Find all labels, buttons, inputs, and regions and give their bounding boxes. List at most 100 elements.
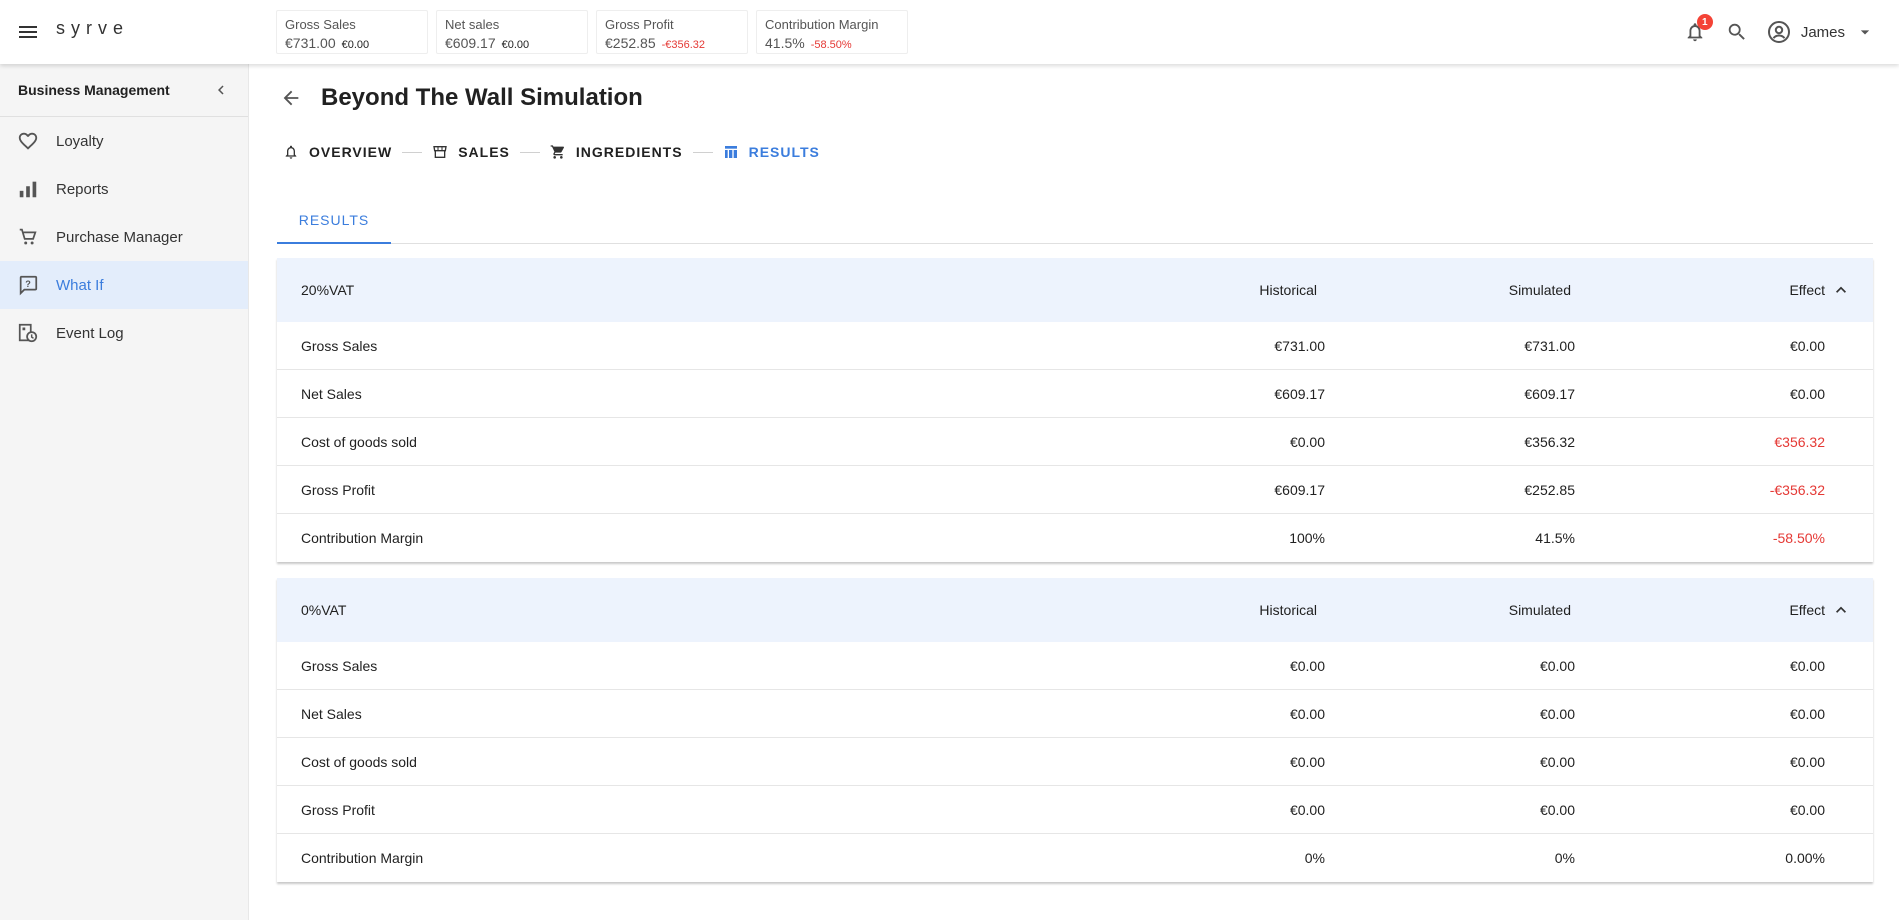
kpi-label: Net sales [445, 17, 500, 32]
row-label: Gross Sales [301, 658, 378, 674]
simulated-value: €0.00 [1539, 802, 1575, 818]
menu-icon[interactable] [16, 20, 40, 44]
svg-text:?: ? [25, 279, 31, 289]
sidebar-item-what-if[interactable]: ? What If [0, 261, 248, 309]
stepper: OVERVIEW SALES INGREDIENTS RESULTS [283, 144, 820, 160]
results-table-20-vat: 20%VAT Historical Simulated Effect Gross… [277, 258, 1873, 562]
table-row: Cost of goods sold €0.00 €356.32 €356.32 [277, 418, 1873, 466]
sidebar-item-label: Loyalty [56, 132, 104, 150]
sidebar-item-label: Event Log [56, 324, 124, 342]
step-connector [519, 151, 540, 153]
simulated-value: €0.00 [1539, 754, 1575, 770]
search-icon [1728, 23, 1745, 40]
top-bar: syrve Gross Sales €731.00 €0.00 Net sale… [0, 0, 1899, 64]
table-row: Gross Profit €609.17 €252.85 -€356.32 [277, 466, 1873, 514]
column-header-effect: Effect [1789, 282, 1825, 298]
row-label: Cost of goods sold [301, 754, 417, 770]
row-label: Gross Profit [301, 802, 375, 818]
kpi-net-sales: Net sales €609.17 €0.00 [436, 10, 588, 54]
question-chat-icon: ? [16, 273, 40, 297]
column-header-historical: Historical [1259, 282, 1317, 298]
page-title: Beyond The Wall Simulation [321, 84, 643, 111]
effect-value: €356.32 [1774, 434, 1825, 450]
caret-down-icon [1860, 30, 1870, 35]
tab-bar: RESULTS [277, 198, 1873, 244]
kpi-value: €252.85 [605, 35, 656, 51]
step-label: OVERVIEW [309, 144, 393, 160]
notifications-button[interactable]: 1 [1683, 14, 1713, 48]
row-label: Contribution Margin [301, 850, 424, 866]
kpi-gross-profit: Gross Profit €252.85 -€356.32 [596, 10, 748, 54]
kpi-delta: €0.00 [501, 39, 530, 51]
user-name: James [1800, 23, 1845, 41]
row-label: Contribution Margin [301, 530, 424, 546]
kpi-strip: Gross Sales €731.00 €0.00 Net sales €609… [276, 10, 908, 54]
historical-value: €609.17 [1274, 482, 1325, 498]
historical-value: €0.00 [1289, 802, 1325, 818]
effect-value: -€356.32 [1769, 482, 1825, 498]
table-group-title: 0%VAT [301, 602, 347, 618]
historical-value: 100% [1289, 530, 1325, 546]
column-header-simulated: Simulated [1508, 602, 1571, 618]
historical-value: €0.00 [1289, 658, 1325, 674]
tab-results[interactable]: RESULTS [277, 198, 391, 244]
row-label: Cost of goods sold [301, 434, 417, 450]
effect-value: €0.00 [1789, 754, 1825, 770]
kpi-label: Contribution Margin [765, 17, 879, 32]
step-label: INGREDIENTS [575, 144, 683, 160]
step-results[interactable]: RESULTS [723, 144, 820, 160]
effect-value: €0.00 [1789, 706, 1825, 722]
main-content: Beyond The Wall Simulation OVERVIEW SALE… [249, 64, 1899, 920]
kpi-label: Gross Profit [605, 17, 674, 32]
user-menu[interactable]: James [1767, 20, 1875, 44]
collapse-sidebar-button[interactable] [212, 81, 230, 99]
column-header-effect: Effect [1789, 602, 1825, 618]
notification-badge: 1 [1696, 14, 1713, 30]
simulated-value: 0% [1554, 850, 1575, 866]
search-button[interactable] [1725, 16, 1749, 48]
chevron-up-icon [1836, 286, 1846, 293]
sidebar-item-purchase-manager[interactable]: Purchase Manager [0, 213, 248, 261]
step-connector [402, 151, 423, 153]
collapse-group-button[interactable] [1829, 278, 1853, 302]
table-header[interactable]: 20%VAT Historical Simulated Effect [277, 258, 1873, 322]
chevron-left-icon [218, 85, 224, 95]
sidebar-item-reports[interactable]: Reports [0, 165, 248, 213]
sidebar-item-event-log[interactable]: Event Log [0, 309, 248, 357]
table-row: Gross Sales €0.00 €0.00 €0.00 [277, 642, 1873, 690]
table-group-title: 20%VAT [301, 282, 355, 298]
historical-value: €731.00 [1274, 338, 1325, 354]
account-circle-icon [1767, 21, 1790, 43]
step-ingredients[interactable]: INGREDIENTS [550, 144, 683, 160]
table-row: Contribution Margin 0% 0% 0.00% [277, 834, 1873, 882]
simulated-value: €0.00 [1539, 658, 1575, 674]
step-connector [692, 151, 713, 153]
sidebar-title: Business Management [18, 82, 170, 98]
arrow-back-icon [283, 90, 299, 106]
kpi-label: Gross Sales [285, 17, 356, 32]
row-label: Net Sales [301, 706, 362, 722]
simulated-value: €609.17 [1524, 386, 1575, 402]
column-header-simulated: Simulated [1508, 282, 1571, 298]
table-row: Net Sales €0.00 €0.00 €0.00 [277, 690, 1873, 738]
historical-value: €0.00 [1289, 434, 1325, 450]
row-label: Net Sales [301, 386, 362, 402]
sidebar-item-loyalty[interactable]: Loyalty [0, 117, 248, 165]
kpi-value: 41.5% [765, 35, 805, 51]
simulated-value: €731.00 [1524, 338, 1575, 354]
table-header[interactable]: 0%VAT Historical Simulated Effect [277, 578, 1873, 642]
table-row: Gross Profit €0.00 €0.00 €0.00 [277, 786, 1873, 834]
kpi-delta: -58.50% [810, 39, 852, 51]
kpi-delta: €0.00 [341, 39, 370, 51]
effect-value: €0.00 [1789, 658, 1825, 674]
kpi-delta: -€356.32 [661, 39, 706, 51]
step-overview[interactable]: OVERVIEW [283, 144, 392, 160]
historical-value: 0% [1304, 850, 1325, 866]
sidebar-item-label: What If [56, 276, 104, 294]
table-row: Contribution Margin 100% 41.5% -58.50% [277, 514, 1873, 562]
back-button[interactable] [279, 86, 303, 110]
simulated-value: €252.85 [1524, 482, 1575, 498]
step-sales[interactable]: SALES [432, 144, 510, 160]
collapse-group-button[interactable] [1829, 598, 1853, 622]
simulated-value: €0.00 [1539, 706, 1575, 722]
